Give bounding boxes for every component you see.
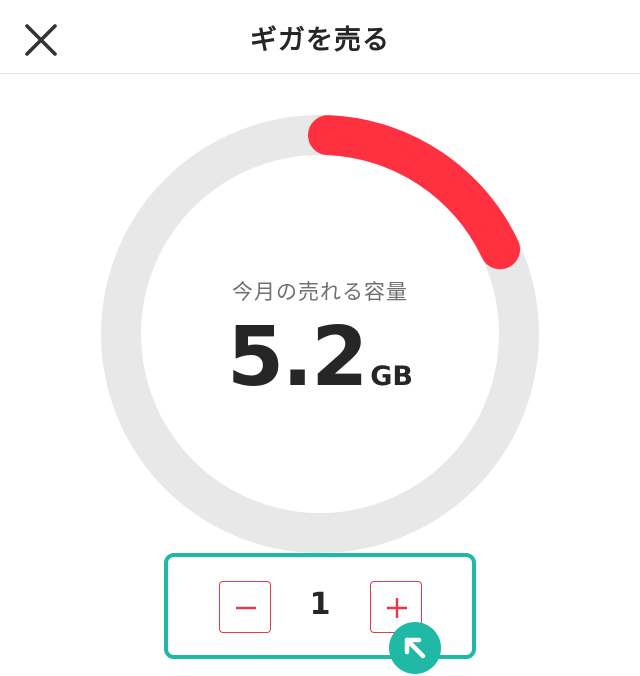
decrement-button[interactable]: [219, 581, 271, 633]
gauge-text: 今月の売れる容量 5.2 GB: [100, 114, 540, 554]
cursor-badge: [389, 622, 441, 674]
gauge-value-group: 5.2 GB: [100, 310, 540, 405]
page-title: ギガを売る: [250, 25, 390, 56]
gauge-unit: GB: [370, 361, 413, 392]
gauge-value: 5.2: [226, 310, 368, 405]
sell-giga-screen: ギガを売る 今月の売れる容量 5.2 GB 1: [0, 0, 640, 676]
minus-icon: [236, 606, 256, 610]
gauge-label: 今月の売れる容量: [232, 280, 408, 304]
arrow-up-left-icon: [404, 637, 426, 659]
quantity-value: 1: [309, 587, 331, 622]
header: ギガを売る: [0, 0, 640, 74]
